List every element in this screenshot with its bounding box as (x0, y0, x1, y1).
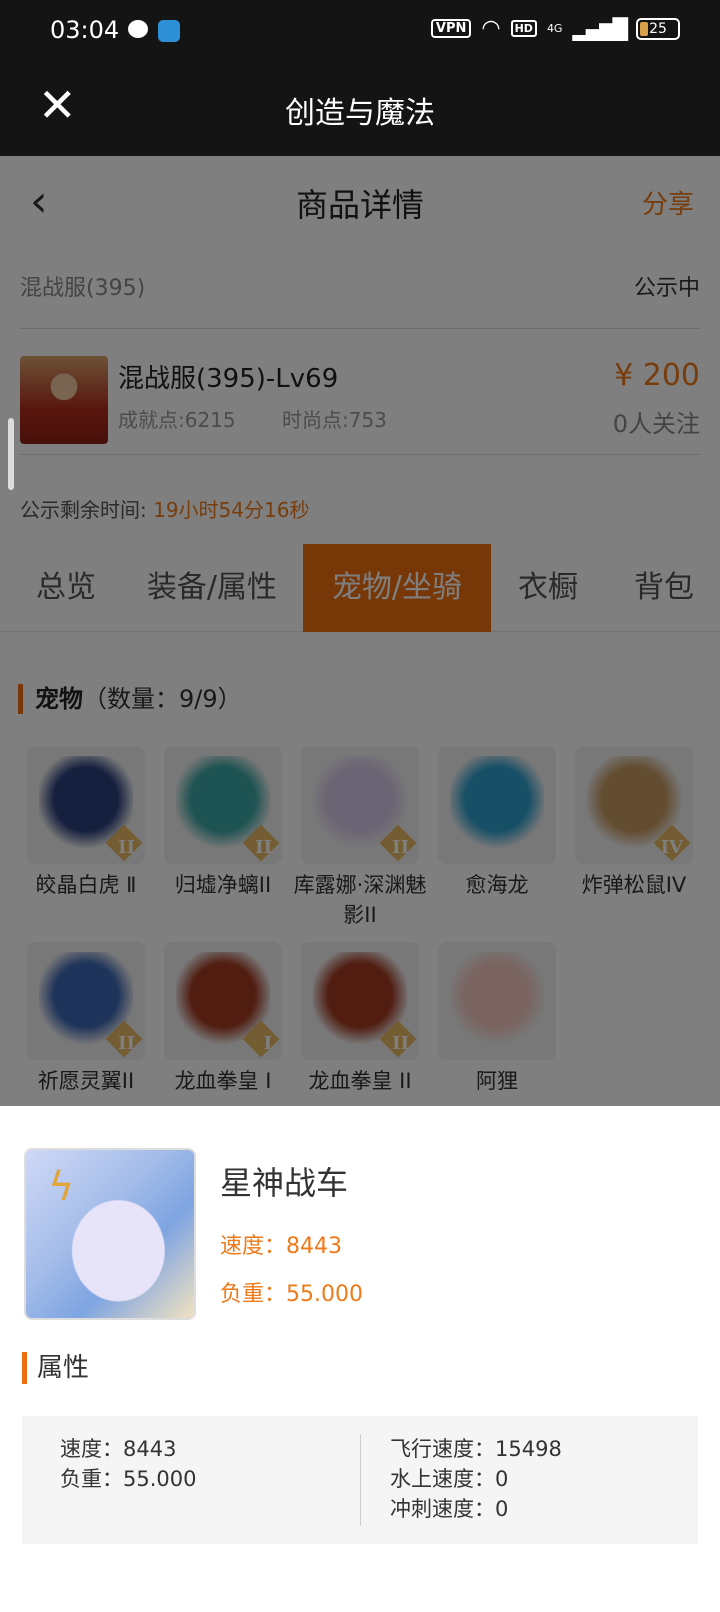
attributes-title: 属性 (22, 1352, 89, 1384)
status-indicators: VPN ◠ HD 4G ▂▄▆█ 25 (430, 16, 680, 41)
attributes-box: 速度：8443 负重：55.000 飞行速度：15498 水上速度：0 冲刺速度… (22, 1416, 698, 1544)
status-time: 03:04 (50, 16, 120, 44)
attr-water-speed: 水上速度：0 (390, 1467, 509, 1491)
attributes-divider (360, 1434, 361, 1526)
attr-load: 负重：55.000 (60, 1467, 197, 1491)
attr-fly-speed: 飞行速度：15498 (390, 1437, 562, 1461)
wechat-icon (128, 20, 148, 38)
battery-icon: 25 (636, 17, 680, 40)
attributes-left: 速度：8443 负重：55.000 (60, 1434, 196, 1494)
hd-badge: HD (510, 20, 537, 37)
signal-icon: ▂▄▆█ (572, 16, 628, 41)
mount-name: 星神战车 (220, 1164, 349, 1202)
scroll-indicator (8, 418, 14, 490)
app-title-bar: ✕ 创造与魔法 (0, 62, 720, 156)
status-bar: 03:04 VPN ◠ HD 4G ▂▄▆█ 25 (0, 0, 720, 62)
lightning-icon: ϟ (48, 1164, 75, 1210)
modal-backdrop[interactable] (0, 156, 720, 1106)
vpn-badge: VPN (430, 19, 472, 38)
attr-speed: 速度：8443 (60, 1437, 177, 1461)
app-title: 创造与魔法 (285, 96, 435, 131)
mount-load: 负重：55.000 (220, 1282, 363, 1307)
mount-image: ϟ (24, 1148, 196, 1320)
attributes-right: 飞行速度：15498 水上速度：0 冲刺速度：0 (390, 1434, 562, 1524)
battery-level: 25 (649, 20, 667, 37)
status-app-icons (128, 20, 180, 42)
wifi-icon: ◠ (481, 16, 501, 41)
bilibili-icon (158, 20, 180, 42)
signal-label: 4G (546, 22, 563, 35)
mount-speed: 速度：8443 (220, 1234, 342, 1259)
mount-detail-sheet: ϟ 星神战车 速度：8443 负重：55.000 属性 速度：8443 负重：5… (0, 1106, 720, 1612)
attr-sprint-speed: 冲刺速度：0 (390, 1497, 509, 1521)
